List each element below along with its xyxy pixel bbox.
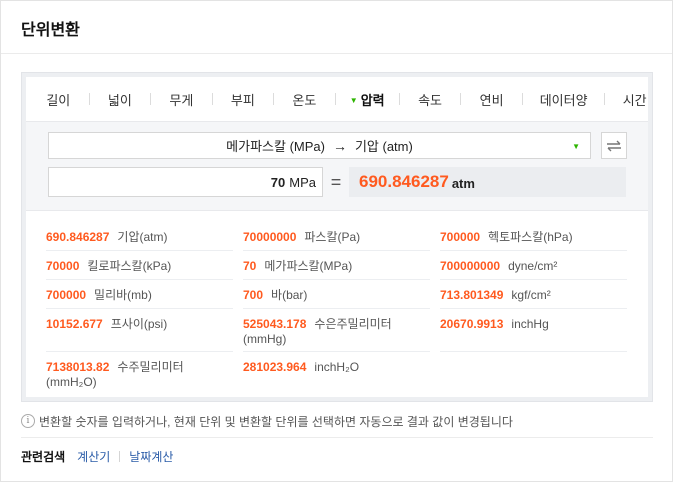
result-item-unit: 파스칼(Pa) <box>304 230 361 244</box>
unit-converter-widget: 단위변환 길이 넓이 무게 부피 온도 ▼ 압력 속도 연비 데이터양 시간 메… <box>0 0 673 482</box>
result-item-value: 70000000 <box>243 230 297 244</box>
result-item-unit: inchHg <box>511 317 549 331</box>
value-input[interactable]: 70 MPa <box>48 167 323 197</box>
result-display: 690.846287 atm <box>349 167 626 197</box>
tab-pressure[interactable]: ▼ 압력 <box>349 90 386 109</box>
result-item: 281023.964 inchH₂O <box>243 352 430 392</box>
result-item: 7138013.82 수주밀리미터 (mmH₂O) <box>46 352 233 392</box>
swap-icon <box>607 140 621 151</box>
result-item-value: 700 <box>243 288 264 302</box>
tab-separator <box>460 93 462 105</box>
result-item-value: 70 <box>243 259 257 273</box>
arrow-right-icon: → <box>332 137 347 154</box>
tab-separator <box>398 93 400 105</box>
tab-volume[interactable]: 부피 <box>230 90 257 109</box>
converter-inner: 길이 넓이 무게 부피 온도 ▼ 압력 속도 연비 데이터양 시간 메가파스칼 … <box>26 77 648 397</box>
result-item: 70000 킬로파스칼(kPa) <box>46 251 233 280</box>
tab-separator <box>273 93 275 105</box>
result-item: 70 메가파스칼(MPa) <box>243 251 430 280</box>
widget-title: 단위변환 <box>21 22 80 39</box>
tab-weight[interactable]: 무게 <box>168 90 195 109</box>
category-tabs: 길이 넓이 무게 부피 온도 ▼ 압력 속도 연비 데이터양 시간 <box>26 77 648 121</box>
result-item: 700000 밀리바(mb) <box>46 280 233 309</box>
swap-units-button[interactable] <box>601 132 627 159</box>
result-item-value: 700000000 <box>440 259 501 273</box>
result-item-unit: inchH₂O <box>314 360 360 374</box>
tab-speed[interactable]: 속도 <box>417 90 444 109</box>
result-item: 700 바(bar) <box>243 280 430 309</box>
result-item-value: 20670.9913 <box>440 317 504 331</box>
tab-data-amount[interactable]: 데이터양 <box>539 90 589 109</box>
converter-panel: 길이 넓이 무게 부피 온도 ▼ 압력 속도 연비 데이터양 시간 메가파스칼 … <box>21 72 653 402</box>
tab-time[interactable]: 시간 <box>621 90 648 109</box>
tab-length[interactable]: 길이 <box>45 90 72 109</box>
tab-area[interactable]: 넓이 <box>107 90 134 109</box>
input-unit: MPa <box>289 174 316 190</box>
related-link-date-calculator[interactable]: 날짜계산 <box>129 448 173 465</box>
unit-pair-select[interactable]: 메가파스칼 (MPa) → 기압 (atm) ▼ <box>48 132 591 159</box>
tab-separator <box>604 93 606 105</box>
tab-pressure-label: 압력 <box>360 92 385 108</box>
result-item: 10152.677 프사이(psi) <box>46 309 233 352</box>
result-item: 690.846287 기압(atm) <box>46 222 233 251</box>
tab-separator <box>211 93 213 105</box>
tab-fuel-economy[interactable]: 연비 <box>478 90 505 109</box>
tab-separator <box>334 93 336 105</box>
result-item-unit: 밀리바(mb) <box>94 288 152 302</box>
from-unit: 메가파스칼 (MPa) <box>226 139 325 154</box>
info-divider <box>21 437 653 438</box>
result-item: 20670.9913 inchHg <box>440 309 627 352</box>
converter-input-area: 메가파스칼 (MPa) → 기압 (atm) ▼ 70 MPa = 690.84… <box>26 121 648 211</box>
result-unit: atm <box>451 176 475 191</box>
result-item-value: 700000 <box>440 230 481 244</box>
result-item-unit: 메가파스칼(MPa) <box>264 259 353 273</box>
info-icon: i <box>21 414 35 428</box>
related-search: 관련검색 계산기 날짜계산 <box>21 448 173 464</box>
equals-sign: = <box>330 171 342 192</box>
result-item-unit: 기압(atm) <box>117 230 168 244</box>
result-item: 713.801349 kgf/cm² <box>440 280 627 309</box>
result-item-value: 700000 <box>46 288 87 302</box>
result-item: 525043.178 수은주밀리미터 (mmHg) <box>243 309 430 352</box>
tab-separator <box>150 93 152 105</box>
result-item-value: 281023.964 <box>243 360 307 374</box>
result-value: 690.846287 <box>359 172 449 191</box>
caret-down-icon: ▼ <box>349 95 358 105</box>
result-item-unit: kgf/cm² <box>511 288 551 302</box>
result-item-unit: 헥토파스칼(hPa) <box>488 230 573 244</box>
title-divider <box>1 53 672 54</box>
result-item-unit: 바(bar) <box>271 288 308 302</box>
result-item-value: 690.846287 <box>46 230 110 244</box>
result-item: 700000 헥토파스칼(hPa) <box>440 222 627 251</box>
result-item-unit: dyne/cm² <box>508 259 558 273</box>
result-item-value: 7138013.82 <box>46 360 110 374</box>
link-separator <box>119 450 121 462</box>
result-item-value: 70000 <box>46 259 80 273</box>
to-unit: 기압 (atm) <box>354 139 413 154</box>
related-link-calculator[interactable]: 계산기 <box>77 448 110 465</box>
result-item-unit: 프사이(psi) <box>110 317 168 331</box>
result-item: 700000000 dyne/cm² <box>440 251 627 280</box>
result-item: 70000000 파스칼(Pa) <box>243 222 430 251</box>
result-item-value: 10152.677 <box>46 317 103 331</box>
tab-separator <box>521 93 523 105</box>
result-item-value: 525043.178 <box>243 317 307 331</box>
tab-temperature[interactable]: 온도 <box>291 90 318 109</box>
info-text: 변환할 숫자를 입력하거나, 현재 단위 및 변환할 단위를 선택하면 자동으로… <box>39 414 513 429</box>
info-notice: i 변환할 숫자를 입력하거나, 현재 단위 및 변환할 단위를 선택하면 자동… <box>21 411 653 431</box>
dropdown-caret-icon: ▼ <box>572 142 580 151</box>
result-item-unit: 킬로파스칼(kPa) <box>87 259 172 273</box>
input-value: 70 <box>270 174 286 190</box>
related-search-label: 관련검색 <box>21 449 66 464</box>
result-item-value: 713.801349 <box>440 288 504 302</box>
tab-separator <box>88 93 90 105</box>
